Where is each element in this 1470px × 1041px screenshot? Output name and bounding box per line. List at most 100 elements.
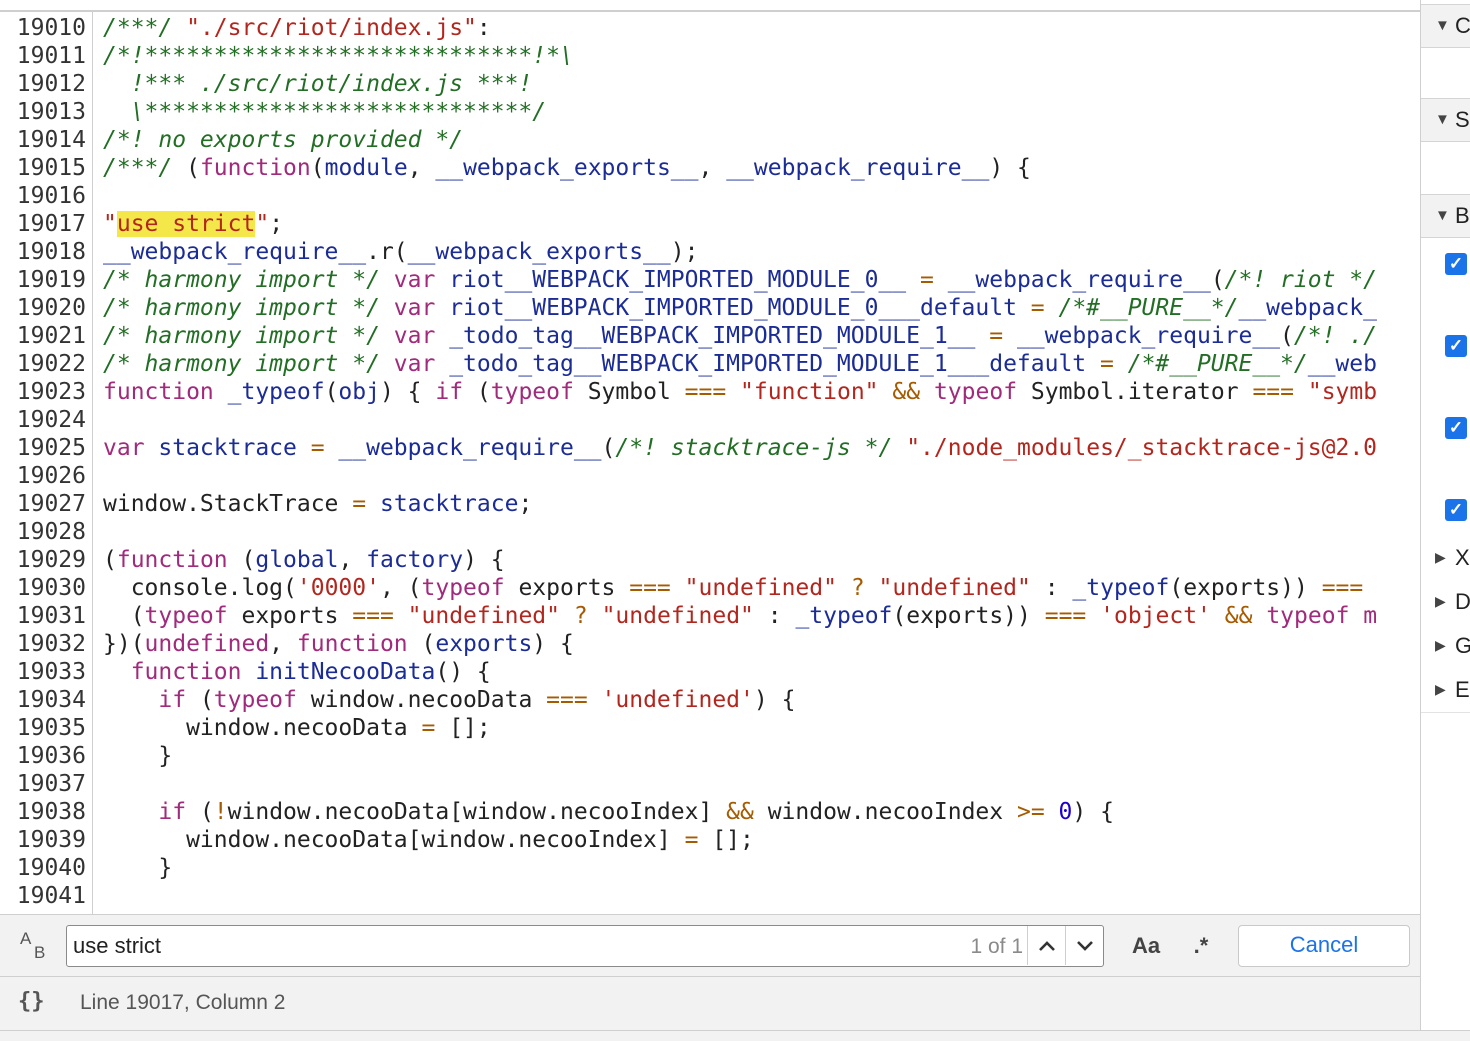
code-token: (: [199, 799, 214, 825]
code-line[interactable]: 19033 function initNecooData() {: [0, 658, 1420, 686]
pretty-print-button[interactable]: {}: [18, 989, 45, 1014]
sidebar-collapsed-section[interactable]: ▶ X: [1421, 536, 1470, 581]
code-line[interactable]: 19040 }: [0, 854, 1420, 882]
sidebar-section-3[interactable]: ▼ B: [1421, 194, 1470, 238]
code-line[interactable]: 19014 /*! no exports provided */: [0, 126, 1420, 154]
line-number[interactable]: 19026: [6, 462, 86, 490]
line-number[interactable]: 19014: [6, 126, 86, 154]
regex-button[interactable]: .*: [1186, 929, 1216, 963]
code-line[interactable]: 19020 /* harmony import */ var riot__WEBP…: [0, 294, 1420, 322]
line-number[interactable]: 19038: [6, 798, 86, 826]
line-number[interactable]: 19012: [6, 70, 86, 98]
line-number[interactable]: 19027: [6, 490, 86, 518]
code-line[interactable]: 19022 /* harmony import */ var _todo_tag_…: [0, 350, 1420, 378]
line-number[interactable]: 19020: [6, 294, 86, 322]
line-number[interactable]: 19013: [6, 98, 86, 126]
code-line[interactable]: 19025 var stacktrace = __webpack_require_…: [0, 434, 1420, 462]
code-token: ) {: [989, 155, 1031, 181]
line-number[interactable]: 19011: [6, 42, 86, 70]
breakpoint-checkbox[interactable]: ✓: [1445, 335, 1467, 357]
sidebar-section-2[interactable]: ▼ S: [1421, 98, 1470, 142]
search-input[interactable]: [73, 931, 933, 961]
code-line[interactable]: 19038 if (!window.necooData[window.necoo…: [0, 798, 1420, 826]
code-line[interactable]: 19023 function _typeof(obj) { if (typeof …: [0, 378, 1420, 406]
code-line[interactable]: 19034 if (typeof window.necooData === 'u…: [0, 686, 1420, 714]
code-token: typeof: [490, 379, 588, 405]
code-line[interactable]: 19018 __webpack_require__.r(__webpack_exp…: [0, 238, 1420, 266]
code-line[interactable]: 19017 "use strict";: [0, 210, 1420, 238]
match-case-button[interactable]: Aa: [1128, 929, 1164, 963]
code-line[interactable]: 19010 /***/ "./src/riot/index.js":: [0, 14, 1420, 42]
code-line[interactable]: 19030 console.log('0000', (typeof export…: [0, 574, 1420, 602]
line-number[interactable]: 19028: [6, 518, 86, 546]
code-line[interactable]: 19032})(undefined, function (exports) {: [0, 630, 1420, 658]
code-line[interactable]: 19041: [0, 882, 1420, 910]
breakpoint-checkbox[interactable]: ✓: [1445, 499, 1467, 521]
line-number[interactable]: 19032: [6, 630, 86, 658]
sidebar-section-1[interactable]: ▼ C: [1421, 4, 1470, 48]
code-line[interactable]: 19039 window.necooData[window.necooIndex…: [0, 826, 1420, 854]
line-number[interactable]: 19024: [6, 406, 86, 434]
line-number[interactable]: 19031: [6, 602, 86, 630]
line-number[interactable]: 19022: [6, 350, 86, 378]
line-number[interactable]: 19033: [6, 658, 86, 686]
line-number[interactable]: 19017: [6, 210, 86, 238]
code-line[interactable]: 19027 window.StackTrace = stacktrace;: [0, 490, 1420, 518]
line-number[interactable]: 19023: [6, 378, 86, 406]
line-number[interactable]: 19021: [6, 322, 86, 350]
code-token: );: [670, 239, 699, 265]
code-token: =: [421, 715, 436, 741]
line-number[interactable]: 19030: [6, 574, 86, 602]
replace-toggle-icon[interactable]: A B: [18, 929, 50, 963]
breakpoint-checkbox[interactable]: ✓: [1445, 417, 1467, 439]
code-line[interactable]: 19028: [0, 518, 1420, 546]
code-line[interactable]: 19016: [0, 182, 1420, 210]
breakpoint-checkbox[interactable]: ✓: [1445, 253, 1467, 275]
code-token: _typeof: [1072, 575, 1170, 601]
line-number[interactable]: 19018: [6, 238, 86, 266]
line-number[interactable]: 19025: [6, 434, 86, 462]
code-line[interactable]: 19021 /* harmony import */ var _todo_tag_…: [0, 322, 1420, 350]
code-token: function: [199, 155, 311, 181]
code-line[interactable]: 19026: [0, 462, 1420, 490]
code-editor[interactable]: 19010 /***/ "./src/riot/index.js": 19011 /*…: [0, 12, 1420, 914]
code-line[interactable]: 19029 (function (global, factory) {: [0, 546, 1420, 574]
code-line[interactable]: 19011 /*!****************************!*\: [0, 42, 1420, 70]
code-line[interactable]: 19012 !*** ./src/riot/index.js ***!: [0, 70, 1420, 98]
line-number[interactable]: 19034: [6, 686, 86, 714]
previous-match-button[interactable]: [1027, 926, 1066, 965]
code-line[interactable]: 19019 /* harmony import */ var riot__WEBP…: [0, 266, 1420, 294]
next-match-button[interactable]: [1065, 926, 1104, 965]
code-line[interactable]: 19013 \****************************/: [0, 98, 1420, 126]
line-number[interactable]: 19019: [6, 266, 86, 294]
code-token: /* harmony import */: [103, 267, 394, 293]
sidebar-collapsed-section[interactable]: ▶ G: [1421, 624, 1470, 669]
line-number[interactable]: 19016: [6, 182, 86, 210]
line-number[interactable]: 19010: [6, 14, 86, 42]
code-token: stacktrace: [158, 435, 297, 461]
code-line[interactable]: 19015/***/ (function(module, __webpack_e…: [0, 154, 1420, 182]
search-highlight: use strict: [116, 211, 256, 237]
code-line[interactable]: 19031 (typeof exports === "undefined" ? …: [0, 602, 1420, 630]
code-line[interactable]: 19037: [0, 770, 1420, 798]
sidebar-collapsed-section[interactable]: ▶ E: [1421, 668, 1470, 713]
line-number[interactable]: 19036: [6, 742, 86, 770]
code-token: /*! stacktrace-js */: [615, 435, 893, 461]
code-line[interactable]: 19035 window.necooData = [];: [0, 714, 1420, 742]
search-field[interactable]: 1 of 1: [66, 925, 1104, 967]
line-number[interactable]: 19037: [6, 770, 86, 798]
line-number[interactable]: 19040: [6, 854, 86, 882]
sidebar-collapsed-section[interactable]: ▶ D: [1421, 580, 1470, 625]
line-number[interactable]: 19029: [6, 546, 86, 574]
code-token: (exports)): [1169, 575, 1322, 601]
cancel-button[interactable]: Cancel: [1238, 925, 1410, 967]
line-number[interactable]: 19015: [6, 154, 86, 182]
code-line[interactable]: 19024: [0, 406, 1420, 434]
sidebar-section-label: S: [1455, 107, 1470, 132]
triangle-down-icon: ▼: [1435, 17, 1450, 34]
line-number[interactable]: 19035: [6, 714, 86, 742]
line-number[interactable]: 19039: [6, 826, 86, 854]
line-number[interactable]: 19041: [6, 882, 86, 910]
code-line[interactable]: 19036 }: [0, 742, 1420, 770]
